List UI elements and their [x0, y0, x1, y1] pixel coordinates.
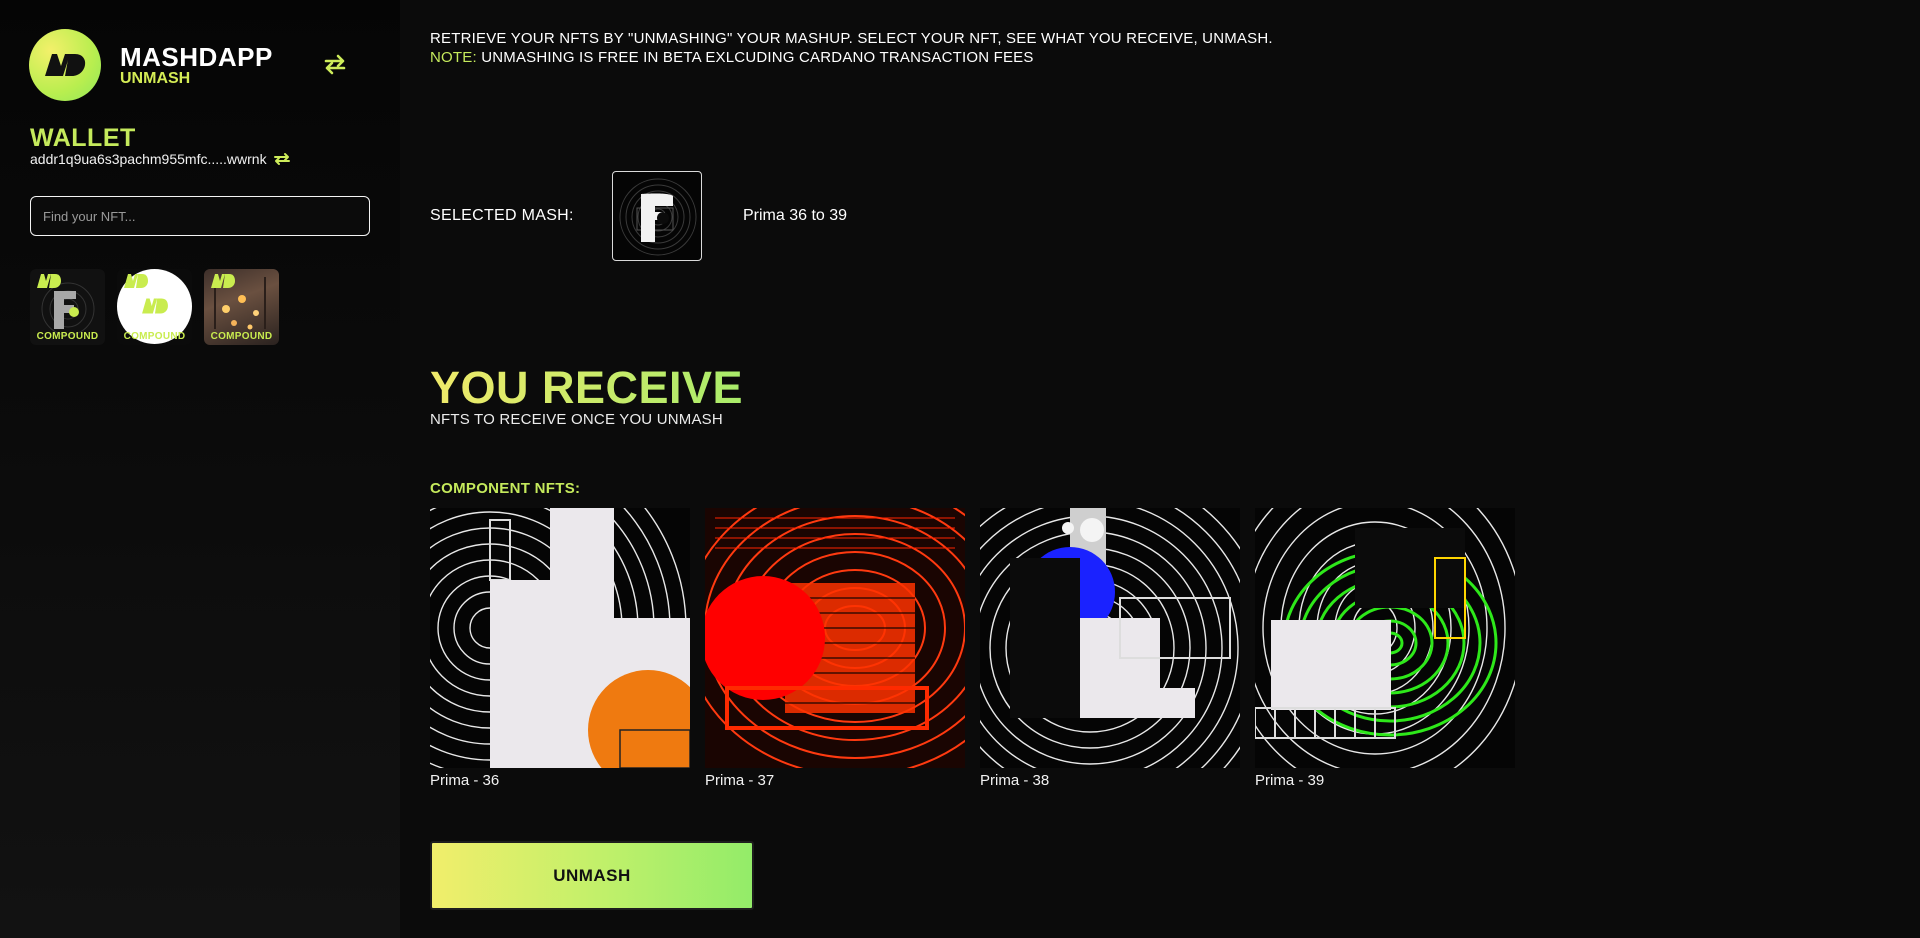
- nft-thumb-2[interactable]: COMPOUND: [117, 269, 192, 345]
- prima-artwork-icon: [1255, 508, 1515, 768]
- brand-title: MASHDAPP: [120, 42, 273, 72]
- nft-thumb-3[interactable]: COMPOUND: [204, 269, 279, 345]
- nft-badge: COMPOUND: [123, 331, 186, 342]
- component-nft-card[interactable]: Prima - 36: [430, 508, 690, 789]
- component-nft-card[interactable]: Prima - 37: [705, 508, 965, 789]
- nft-thumb-1[interactable]: COMPOUND: [30, 269, 105, 345]
- mashdapp-badge-icon: [211, 274, 235, 288]
- prima-artwork-icon: [430, 508, 690, 768]
- wallet-title: WALLET: [30, 124, 136, 152]
- sidebar: MASHDAPP UNMASH WALLET addr1q9ua6s3pachm…: [0, 0, 400, 938]
- component-nft-name: Prima - 38: [980, 772, 1050, 789]
- selected-mash-name: Prima 36 to 39: [743, 207, 848, 224]
- selected-mash-label: SELECTED MASH:: [430, 207, 574, 224]
- component-nft-name: Prima - 39: [1255, 772, 1325, 789]
- nft-list: COMPOUND COMPOUND COMPOUND: [30, 269, 279, 345]
- note-text: UNMASHING IS FREE IN BETA EXLCUDING CARD…: [476, 49, 1034, 66]
- brand-subtitle: UNMASH: [120, 70, 191, 87]
- component-nft-card[interactable]: Prima - 39: [1255, 508, 1515, 789]
- mashdapp-badge-icon: [37, 274, 61, 288]
- prima-artwork-icon: [705, 508, 965, 768]
- intro-note: NOTE: UNMASHING IS FREE IN BETA EXLCUDIN…: [430, 48, 1273, 67]
- intro-line: RETRIEVE YOUR NFTS BY "UNMASHING" YOUR M…: [430, 30, 1273, 47]
- component-nft-name: Prima - 37: [705, 772, 775, 789]
- selected-mash-row: SELECTED MASH: Prima 36 to 39: [430, 171, 847, 261]
- you-receive-title: YOU RECEIVE: [430, 362, 744, 413]
- unmash-button[interactable]: UNMASH: [430, 841, 754, 910]
- prima-artwork-icon: [980, 508, 1240, 768]
- prima-38-image[interactable]: [980, 508, 1240, 768]
- component-nfts-label: COMPONENT NFTS:: [430, 480, 581, 497]
- brand: MASHDAPP UNMASH: [120, 44, 273, 87]
- component-nft-name: Prima - 36: [430, 772, 500, 789]
- nft-badge: COMPOUND: [36, 331, 99, 342]
- component-nft-grid: Prima - 36 Prima - 37 Prima - 38 Prima -…: [430, 508, 1515, 789]
- mashdapp-logo-icon[interactable]: [29, 29, 101, 101]
- main-panel: RETRIEVE YOUR NFTS BY "UNMASHING" YOUR M…: [430, 0, 1920, 938]
- swap-icon[interactable]: [322, 52, 348, 76]
- prima-36-image[interactable]: [430, 508, 690, 768]
- intro-text: RETRIEVE YOUR NFTS BY "UNMASHING" YOUR M…: [430, 29, 1273, 67]
- prima-37-image[interactable]: [705, 508, 965, 768]
- wallet-address: addr1q9ua6s3pachm955mfc.....wwrnk: [30, 151, 267, 167]
- change-wallet-icon[interactable]: [273, 152, 291, 166]
- mashdapp-center-icon: [142, 298, 168, 314]
- wallet-address-row: addr1q9ua6s3pachm955mfc.....wwrnk: [30, 151, 291, 167]
- you-receive-subtitle: NFTS TO RECEIVE ONCE YOU UNMASH: [430, 411, 723, 428]
- selected-mash-thumbnail[interactable]: [612, 171, 702, 261]
- component-nft-card[interactable]: Prima - 38: [980, 508, 1240, 789]
- note-key: NOTE:: [430, 49, 477, 66]
- nft-search-input[interactable]: [30, 196, 370, 236]
- prima-39-image[interactable]: [1255, 508, 1515, 768]
- nft-badge: COMPOUND: [210, 331, 273, 342]
- mashdapp-badge-icon: [124, 274, 148, 288]
- app-root: MASHDAPP UNMASH WALLET addr1q9ua6s3pachm…: [0, 0, 1920, 938]
- f-logo-nft-icon: [619, 178, 697, 256]
